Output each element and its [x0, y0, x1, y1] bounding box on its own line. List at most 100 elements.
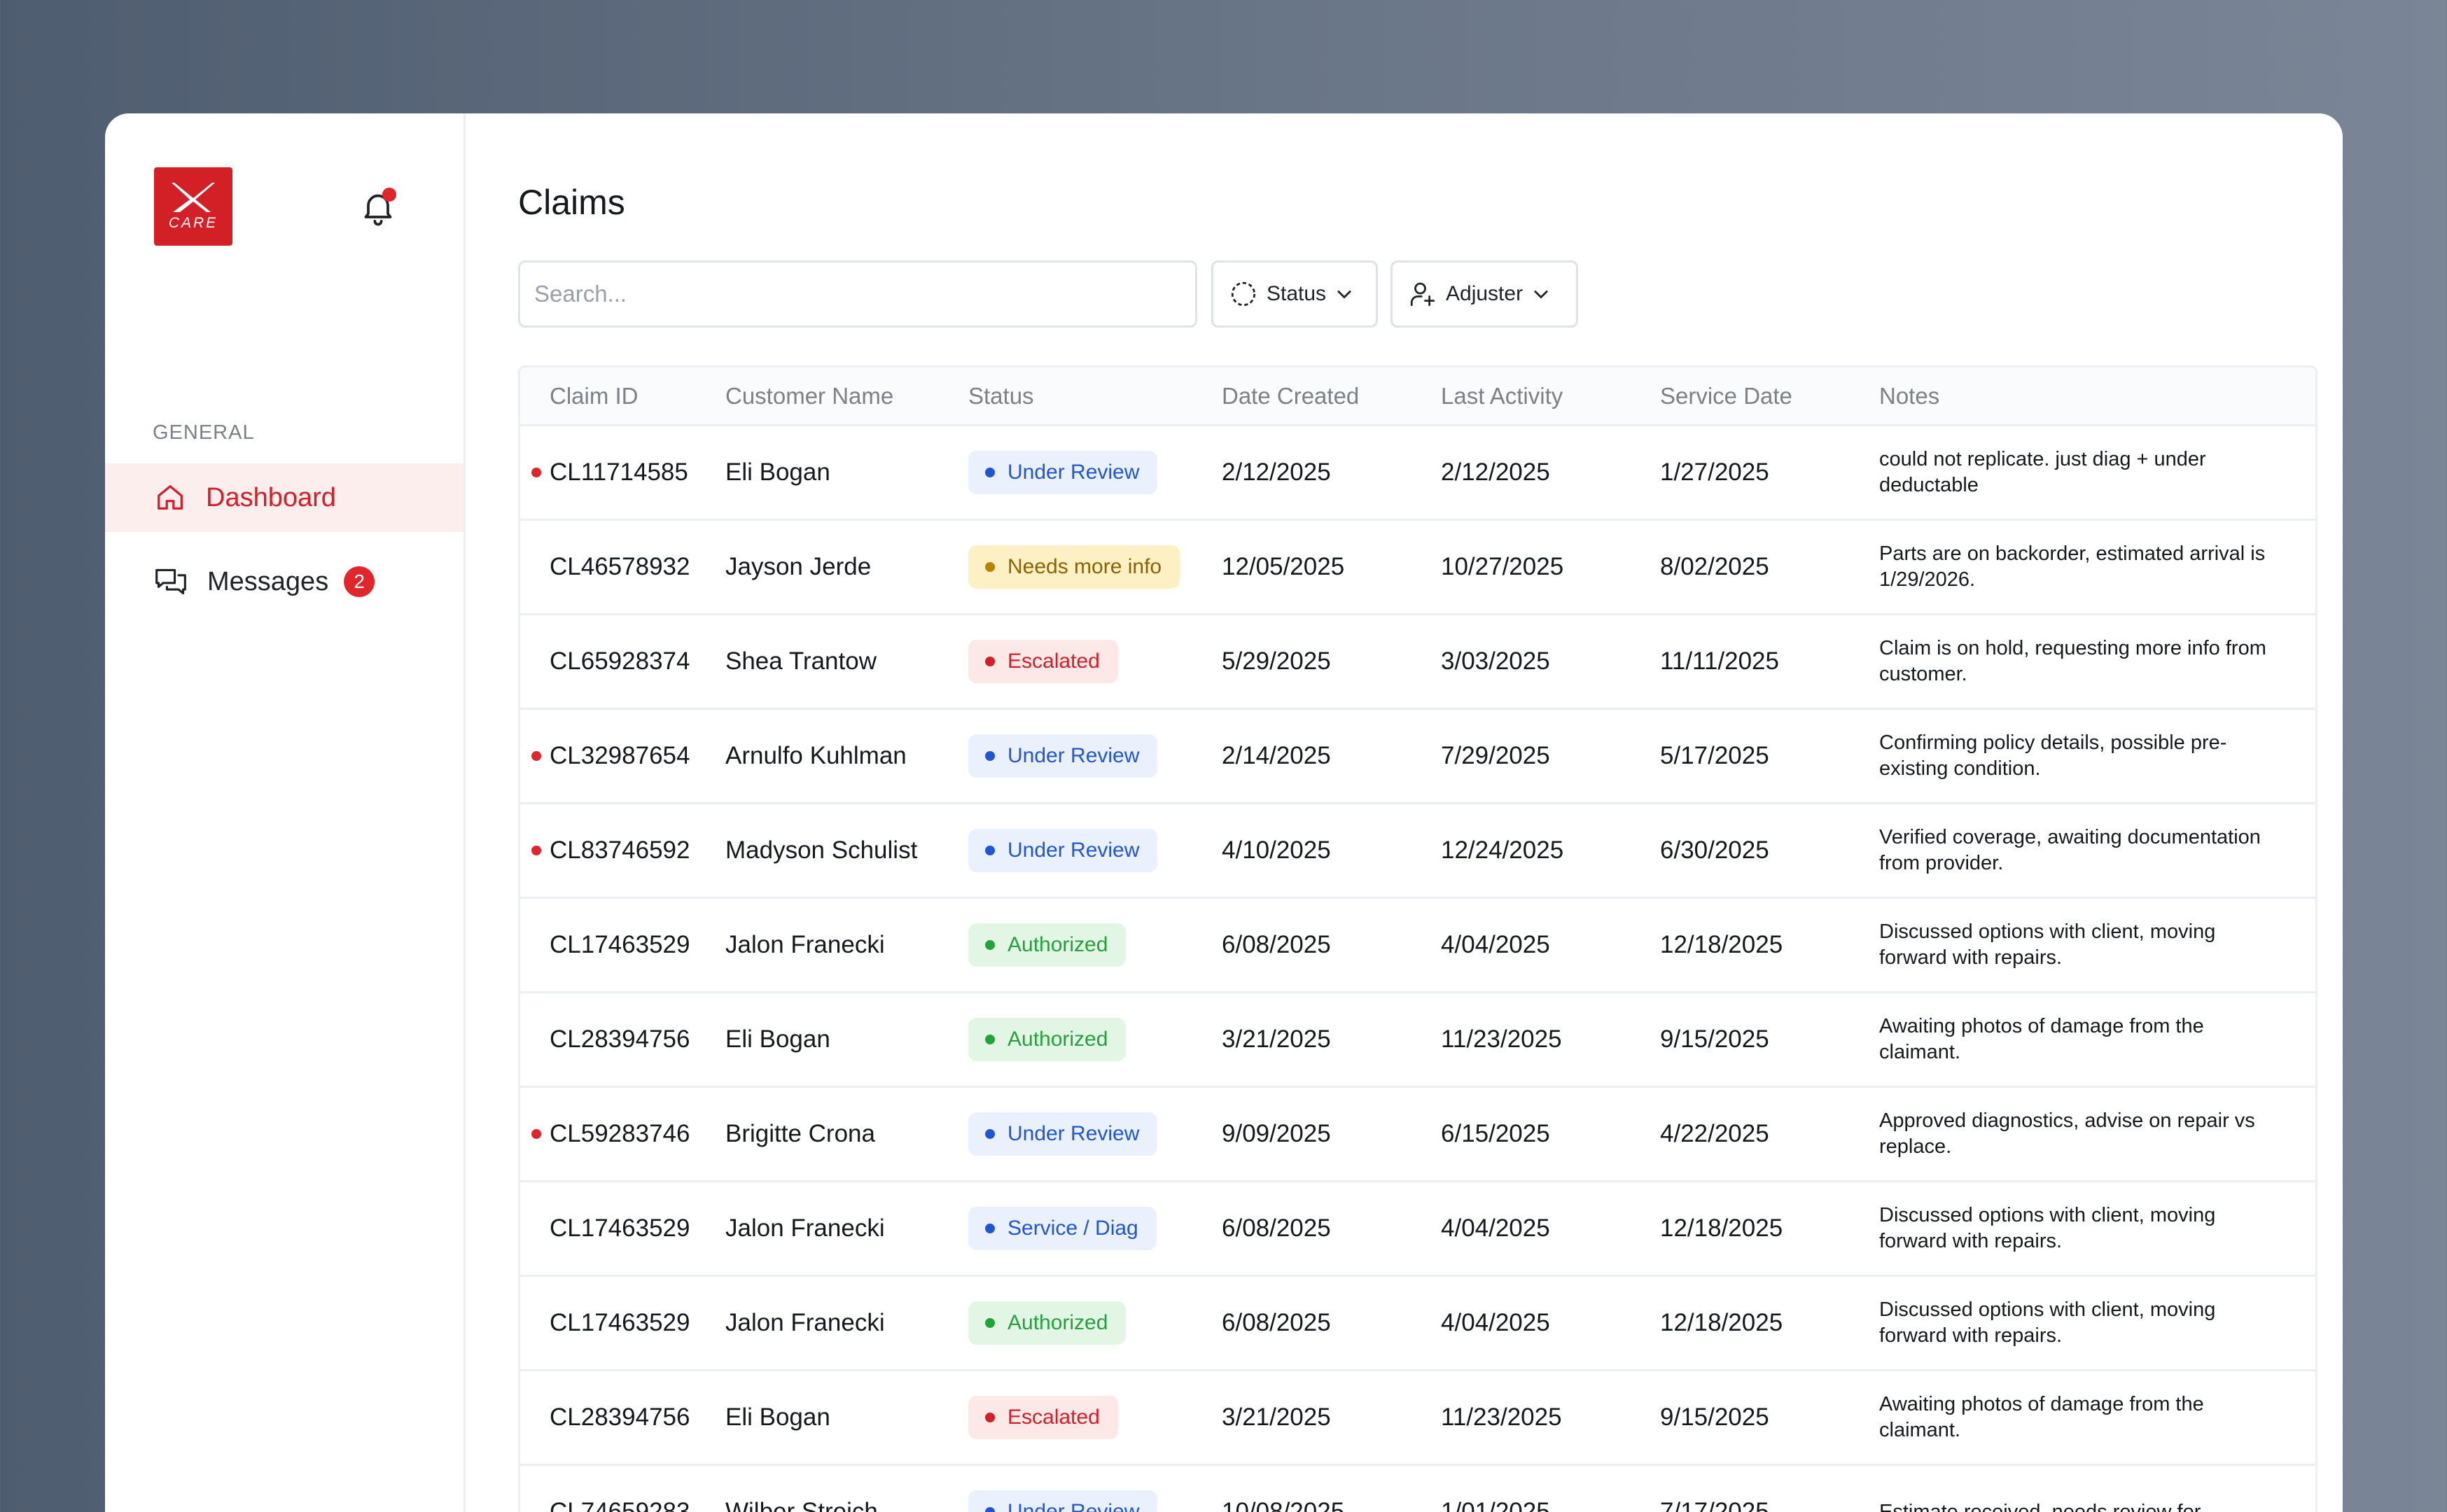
- service-date: 9/15/2025: [1660, 1370, 1879, 1466]
- status-filter-button[interactable]: Status: [1211, 260, 1378, 328]
- status-cell: Escalated: [968, 1370, 1222, 1466]
- last-activity: 3/03/2025: [1441, 614, 1660, 710]
- column-header-last-activity[interactable]: Last Activity: [1441, 368, 1660, 426]
- status-badge: Under Review: [968, 829, 1158, 872]
- status-dot: [985, 1129, 995, 1139]
- last-activity: 4/04/2025: [1441, 897, 1660, 993]
- table-row[interactable]: CL32987654 Arnulfo Kuhlman Under Review 2/1…: [520, 708, 2315, 804]
- status-dot: [985, 1413, 995, 1422]
- notes: Discussed options with client, moving fo…: [1879, 1275, 2315, 1371]
- service-date: 4/22/2025: [1660, 1086, 1879, 1182]
- dashed-circle-icon: [1231, 281, 1256, 307]
- table-row[interactable]: CL11714585 Eli Bogan Under Review 2/12/2025…: [520, 425, 2315, 521]
- status-filter-label: Status: [1267, 282, 1327, 305]
- sidebar-item-messages[interactable]: Messages 2: [105, 547, 463, 616]
- status-badge: Under Review: [968, 734, 1158, 778]
- table-row[interactable]: CL65928374 Shea Trantow Escalated 5/29/2025…: [520, 614, 2315, 710]
- customer-name: Eli Bogan: [725, 992, 968, 1088]
- column-header-service-date[interactable]: Service Date: [1660, 368, 1879, 426]
- notes: Verified coverage, awaiting documentatio…: [1879, 803, 2315, 899]
- table-row[interactable]: CL59283746 Brigitte Crona Under Review 9/09…: [520, 1086, 2315, 1182]
- claim-id-cell: CL17463529: [520, 1275, 725, 1371]
- table-row[interactable]: CL28394756 Eli Bogan Escalated 3/21/2025 11/…: [520, 1370, 2315, 1466]
- claim-id[interactable]: CL83746592: [550, 836, 690, 864]
- brand-logo[interactable]: CARE: [154, 167, 232, 246]
- notes: Awaiting photos of damage from the claim…: [1879, 992, 2315, 1088]
- claim-id[interactable]: CL28394756: [550, 1404, 690, 1431]
- notes: Discussed options with client, moving fo…: [1879, 897, 2315, 993]
- search-input[interactable]: [518, 260, 1197, 328]
- date-created: 3/21/2025: [1222, 1370, 1441, 1466]
- status-dot: [985, 468, 995, 477]
- date-created: 6/08/2025: [1222, 897, 1441, 993]
- date-created: 10/08/2025: [1222, 1464, 1441, 1512]
- date-created: 5/29/2025: [1222, 614, 1441, 710]
- notes: Approved diagnostics, advise on repair v…: [1879, 1086, 2315, 1182]
- claim-id[interactable]: CL11714585: [550, 458, 688, 486]
- status-cell: Under Review: [968, 803, 1222, 899]
- claim-id-cell: CL28394756: [520, 992, 725, 1088]
- table-row[interactable]: CL17463529 Jalon Franecki Authorized 6/08/2…: [520, 897, 2315, 993]
- claim-id[interactable]: CL28394756: [550, 1026, 690, 1053]
- service-date: 7/17/2025: [1660, 1464, 1879, 1512]
- claim-id[interactable]: CL74659283: [550, 1498, 690, 1512]
- column-header-claim-id[interactable]: Claim ID: [520, 368, 725, 426]
- status-cell: Service / Diag: [968, 1181, 1222, 1277]
- status-cell: Under Review: [968, 1086, 1222, 1182]
- status-cell: Escalated: [968, 614, 1222, 710]
- last-activity: 6/15/2025: [1441, 1086, 1660, 1182]
- claim-id[interactable]: CL32987654: [550, 742, 690, 769]
- status-dot: [985, 1318, 995, 1328]
- column-header-status[interactable]: Status: [968, 368, 1222, 426]
- service-date: 5/17/2025: [1660, 708, 1879, 804]
- column-header-date-created[interactable]: Date Created: [1222, 368, 1441, 426]
- claim-id[interactable]: CL59283746: [550, 1120, 690, 1147]
- table-row[interactable]: CL28394756 Eli Bogan Authorized 3/21/2025 11…: [520, 992, 2315, 1088]
- claim-id-cell: CL32987654: [520, 708, 725, 804]
- customer-name: Jalon Franecki: [725, 897, 968, 993]
- claim-id[interactable]: CL17463529: [550, 931, 690, 958]
- customer-name: Jayson Jerde: [725, 519, 968, 615]
- table-row[interactable]: CL83746592 Madyson Schulist Under Review 4/…: [520, 803, 2315, 899]
- claim-id[interactable]: CL65928374: [550, 648, 690, 675]
- sidebar-item-dashboard[interactable]: Dashboard: [105, 463, 463, 532]
- status-cell: Authorized: [968, 897, 1222, 993]
- customer-name: Shea Trantow: [725, 614, 968, 710]
- notes: Estimate received, needs review for: [1879, 1464, 2315, 1512]
- status-cell: Under Review: [968, 708, 1222, 804]
- adjuster-filter-button[interactable]: Adjuster: [1390, 260, 1578, 328]
- claim-id[interactable]: CL17463529: [550, 1309, 690, 1336]
- service-date: 6/30/2025: [1660, 803, 1879, 899]
- last-activity: 4/04/2025: [1441, 1275, 1660, 1371]
- column-header-notes[interactable]: Notes: [1879, 368, 2315, 426]
- notes: could not replicate. just diag + under d…: [1879, 425, 2315, 521]
- date-created: 3/21/2025: [1222, 992, 1441, 1088]
- chevron-down-icon: [1337, 290, 1351, 299]
- date-created: 6/08/2025: [1222, 1275, 1441, 1371]
- claim-id[interactable]: CL46578932: [550, 553, 690, 580]
- table-row[interactable]: CL17463529 Jalon Franecki Service / Diag 6/…: [520, 1181, 2315, 1277]
- notifications-button[interactable]: [358, 188, 398, 227]
- status-label: Escalated: [1008, 650, 1100, 673]
- status-dot: [985, 1035, 995, 1044]
- claim-id-cell: CL28394756: [520, 1370, 725, 1466]
- table-header-row: Claim ID Customer Name Status Date Creat…: [520, 368, 2315, 426]
- customer-name: Eli Bogan: [725, 425, 968, 521]
- sidebar: CARE GENERAL Dashboard Messages 2: [105, 113, 466, 1512]
- claim-id-cell: CL59283746: [520, 1086, 725, 1182]
- service-date: 9/15/2025: [1660, 992, 1879, 1088]
- table-row[interactable]: CL46578932 Jayson Jerde Needs more info 12/…: [520, 519, 2315, 615]
- date-created: 2/12/2025: [1222, 425, 1441, 521]
- status-cell: Under Review: [968, 1464, 1222, 1512]
- status-label: Under Review: [1008, 1122, 1140, 1145]
- notification-dot: [382, 188, 396, 202]
- date-created: 12/05/2025: [1222, 519, 1441, 615]
- last-activity: 7/29/2025: [1441, 708, 1660, 804]
- status-label: Under Review: [1008, 744, 1140, 767]
- unread-indicator-dot: [531, 751, 541, 761]
- table-row[interactable]: CL74659283 Wilber Streich Under Review 10/0…: [520, 1464, 2315, 1512]
- status-cell: Authorized: [968, 1275, 1222, 1371]
- claim-id[interactable]: CL17463529: [550, 1214, 690, 1242]
- column-header-customer-name[interactable]: Customer Name: [725, 368, 968, 426]
- table-row[interactable]: CL17463529 Jalon Franecki Authorized 6/08/2…: [520, 1275, 2315, 1371]
